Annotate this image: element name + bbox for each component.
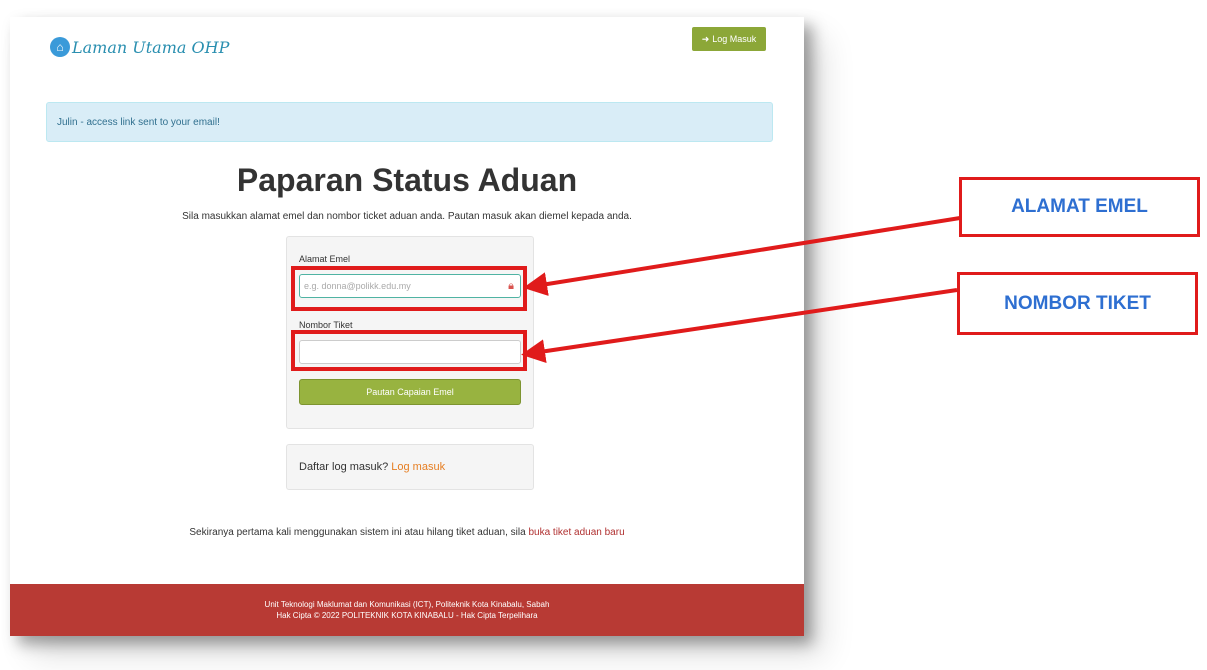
ticket-arrow [521,288,958,364]
email-arrow [523,216,961,296]
ticket-callout: NOMBOR TIKET [957,272,1198,335]
annotation-arrows [521,216,961,364]
ticket-callout-text: NOMBOR TIKET [1004,292,1151,314]
email-callout: ALAMAT EMEL [959,177,1200,237]
email-callout-text: ALAMAT EMEL [1011,196,1148,217]
